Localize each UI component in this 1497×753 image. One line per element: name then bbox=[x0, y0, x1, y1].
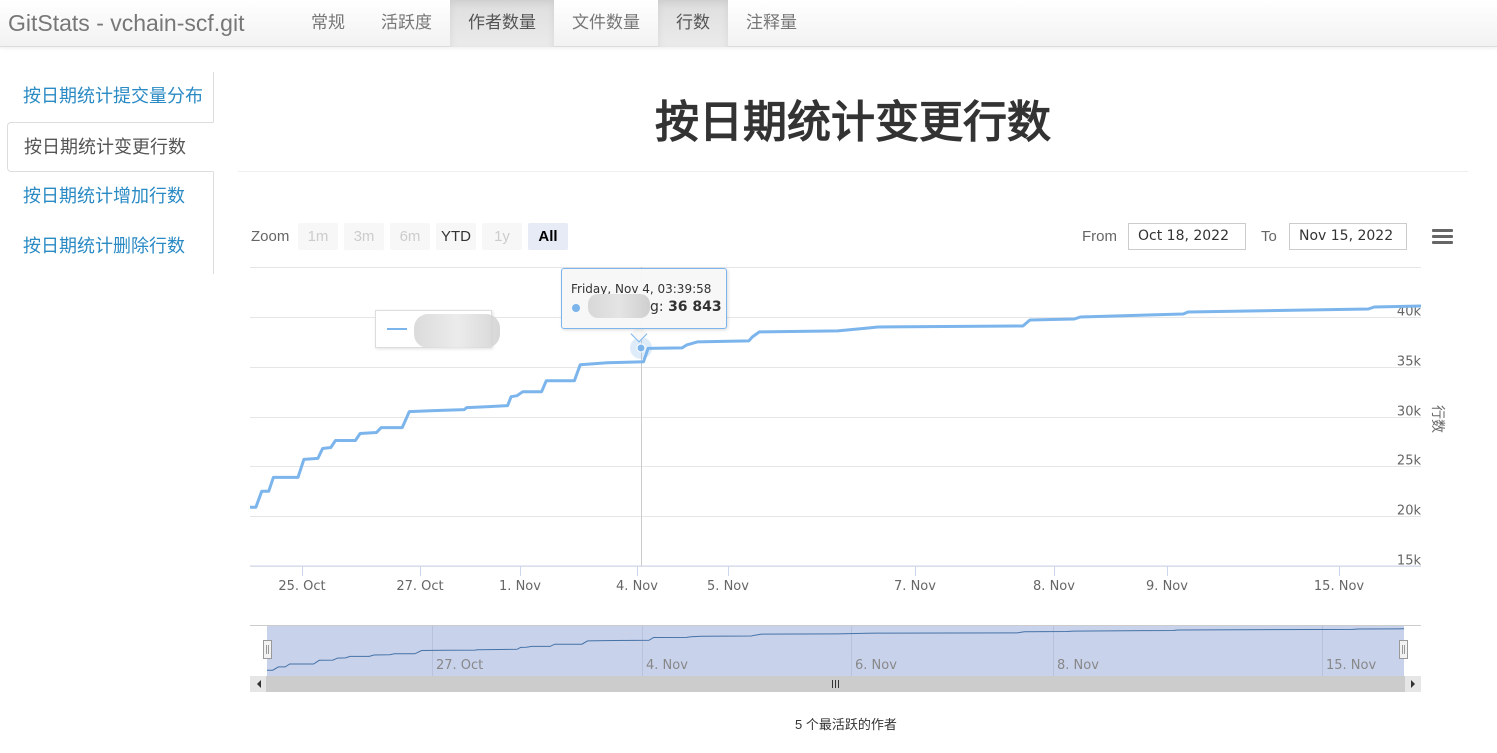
navigator-mask bbox=[267, 626, 1404, 676]
tooltip-series-text: g: 36 843 bbox=[650, 299, 722, 315]
sidebar-item-added-lines-by-date[interactable]: 按日期统计增加行数 bbox=[7, 172, 214, 222]
zoom-1m-button[interactable]: 1m bbox=[298, 223, 338, 250]
navigator-scroll-left-button[interactable] bbox=[250, 676, 266, 692]
y-tick-label: 30k bbox=[1397, 405, 1422, 420]
hamburger-menu-icon[interactable] bbox=[1432, 229, 1453, 246]
navigator-labels: 27. Oct 4. Nov 6. Nov 8. Nov 15. Nov bbox=[436, 658, 1376, 673]
tooltip-series-dot-icon bbox=[572, 304, 580, 312]
hover-point bbox=[636, 343, 646, 353]
zoom-3m-button[interactable]: 3m bbox=[344, 223, 384, 250]
sidebar-item-commits-by-date[interactable]: 按日期统计提交量分布 bbox=[7, 72, 214, 122]
x-tick-label: 9. Nov bbox=[1146, 579, 1188, 594]
zoom-1y-button[interactable]: 1y bbox=[482, 223, 522, 250]
y-tick-label: 35k bbox=[1397, 355, 1422, 370]
x-tick-label: 27. Oct bbox=[396, 579, 443, 594]
navigator-tick-label: 15. Nov bbox=[1326, 658, 1376, 673]
y-tick-label: 25k bbox=[1397, 454, 1422, 469]
navigator-grid bbox=[432, 626, 1323, 676]
x-axis-ticks bbox=[302, 566, 1340, 576]
navigator-tick-label: 27. Oct bbox=[436, 658, 483, 673]
y-axis-labels: 15k 20k 25k 30k 35k 40k bbox=[1397, 305, 1422, 569]
nav-tab-files[interactable]: 文件数量 bbox=[554, 0, 658, 47]
x-tick-label: 4. Nov bbox=[616, 579, 658, 594]
nav-tab-activity[interactable]: 活跃度 bbox=[363, 0, 450, 47]
x-tick-label: 25. Oct bbox=[278, 579, 325, 594]
x-tick-label: 15. Nov bbox=[1314, 579, 1364, 594]
sidebar-item-changed-lines-by-date[interactable]: 按日期统计变更行数 bbox=[7, 122, 214, 172]
navbar: GitStats - vchain-scf.git 常规 活跃度 作者数量 文件… bbox=[0, 0, 1497, 47]
tooltip-series-name-redacted bbox=[588, 294, 650, 318]
title-divider bbox=[238, 171, 1468, 172]
x-tick-label: 8. Nov bbox=[1033, 579, 1075, 594]
navigator-series-line bbox=[267, 628, 1405, 671]
legend-series-symbol bbox=[387, 328, 407, 330]
navigator-scrollbar[interactable] bbox=[266, 676, 1405, 692]
tooltip-value: 36 843 bbox=[668, 299, 722, 315]
to-label: To bbox=[1261, 228, 1277, 245]
brand-title[interactable]: GitStats - vchain-scf.git bbox=[8, 9, 244, 37]
navigator-tick-label: 6. Nov bbox=[855, 658, 897, 673]
navigator-right-handle-hitbox[interactable] bbox=[1397, 638, 1410, 660]
zoom-all-button[interactable]: All bbox=[528, 223, 568, 250]
sidebar-item-deleted-lines-by-date[interactable]: 按日期统计删除行数 bbox=[7, 222, 214, 274]
nav-tab-authors[interactable]: 作者数量 bbox=[450, 0, 554, 47]
legend-series-name-redacted bbox=[414, 314, 500, 348]
navigator-scroll-right-button[interactable] bbox=[1405, 676, 1421, 692]
y-tick-label: 20k bbox=[1397, 504, 1422, 519]
x-tick-label: 1. Nov bbox=[499, 579, 541, 594]
zoom-label: Zoom bbox=[251, 228, 290, 245]
from-date-input[interactable]: Oct 18, 2022 bbox=[1128, 223, 1246, 250]
x-tick-label: 7. Nov bbox=[894, 579, 936, 594]
navigator-tick-label: 8. Nov bbox=[1057, 658, 1099, 673]
y-tick-label: 15k bbox=[1397, 554, 1422, 569]
from-label: From bbox=[1082, 228, 1117, 245]
zoom-ytd-button[interactable]: YTD bbox=[436, 223, 476, 250]
nav-tab-general[interactable]: 常规 bbox=[293, 0, 363, 47]
legend[interactable] bbox=[375, 310, 500, 348]
x-axis-labels: 25. Oct 27. Oct 1. Nov 4. Nov 5. Nov 7. Nov 8.… bbox=[278, 579, 1364, 594]
nav-tab-lines[interactable]: 行数 bbox=[658, 0, 728, 47]
sidebar: 按日期统计提交量分布 按日期统计变更行数 按日期统计增加行数 按日期统计删除行数 bbox=[7, 72, 214, 274]
tooltip-series-suffix: g: bbox=[650, 299, 669, 315]
zoom-6m-button[interactable]: 6m bbox=[390, 223, 430, 250]
nav-tab-comments[interactable]: 注释量 bbox=[728, 0, 815, 47]
nav-tabs: 常规 活跃度 作者数量 文件数量 行数 注释量 bbox=[293, 0, 815, 47]
y-tick-label: 40k bbox=[1397, 305, 1422, 320]
to-date-input[interactable]: Nov 15, 2022 bbox=[1289, 223, 1407, 250]
navigator-left-handle-hitbox[interactable] bbox=[261, 638, 274, 660]
page-title: 按日期统计变更行数 bbox=[655, 98, 1051, 147]
footer-caption: 5 个最活跃的作者 bbox=[795, 717, 897, 732]
navigator-tick-label: 4. Nov bbox=[646, 658, 688, 673]
x-tick-label: 5. Nov bbox=[707, 579, 749, 594]
tooltip: Friday, Nov 4, 03:39:58 g: 36 843 bbox=[561, 268, 727, 329]
y-axis-title: 行数 bbox=[1429, 405, 1445, 433]
